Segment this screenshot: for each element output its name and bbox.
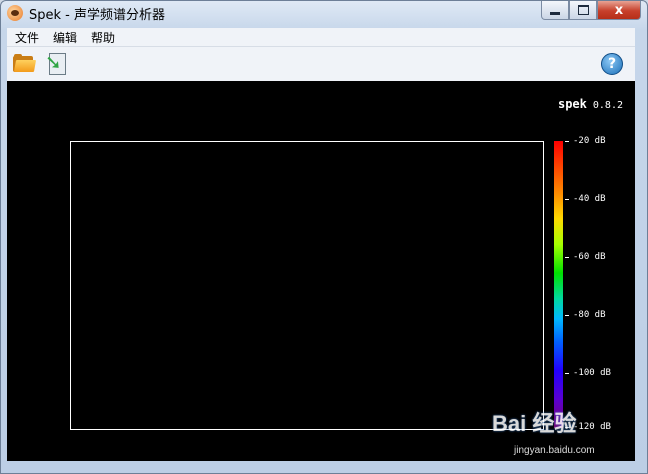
plot-area (70, 141, 544, 430)
scale-label: -100 dB (573, 368, 611, 378)
menu-file[interactable]: 文件 (7, 29, 45, 46)
scale-tick (565, 373, 569, 374)
scale-label: -20 dB (573, 136, 606, 146)
window-title: Spek - 声学频谱分析器 (29, 8, 165, 23)
minimize-button[interactable] (541, 1, 569, 20)
spek-app-icon (7, 5, 23, 21)
app-window: Spek - 声学频谱分析器 x 文件 编辑 帮助 ➘ ? spek 0.8.2… (0, 0, 648, 474)
brand-name: spek (557, 97, 587, 111)
brand-label: spek 0.8.2 (558, 97, 623, 111)
window-controls: x (541, 1, 641, 20)
version-label: 0.8.2 (592, 100, 623, 111)
save-icon[interactable]: ➘ (45, 52, 66, 75)
scale-tick (565, 315, 569, 316)
baidu-watermark: Bai 经验 (492, 411, 577, 436)
scale-tick (565, 199, 569, 200)
maximize-button[interactable] (569, 1, 597, 20)
baidu-watermark-url: jingyan.baidu.com (514, 445, 595, 456)
scale-label: -60 dB (573, 252, 606, 262)
close-icon: x (614, 2, 624, 18)
scale-tick (565, 257, 569, 258)
scale-label: -120 dB (573, 422, 611, 432)
menu-edit[interactable]: 编辑 (45, 29, 83, 46)
spectrogram-canvas: spek 0.8.2 -20 dB -40 dB -60 dB -80 dB -1… (7, 81, 635, 461)
maximize-icon (577, 5, 589, 15)
scale-label: -80 dB (573, 310, 606, 320)
menu-bar: 文件 编辑 帮助 (7, 28, 635, 47)
minimize-icon (550, 11, 560, 15)
folder-open-icon[interactable] (13, 54, 37, 72)
scale-label: -40 dB (573, 194, 606, 204)
scale-tick (565, 141, 569, 142)
menu-help[interactable]: 帮助 (83, 29, 121, 46)
toolbar: ➘ ? (7, 47, 635, 81)
close-button[interactable]: x (597, 1, 641, 20)
help-icon[interactable]: ? (601, 53, 623, 75)
title-bar[interactable]: Spek - 声学频谱分析器 x (1, 1, 647, 25)
db-color-scale (554, 141, 563, 428)
